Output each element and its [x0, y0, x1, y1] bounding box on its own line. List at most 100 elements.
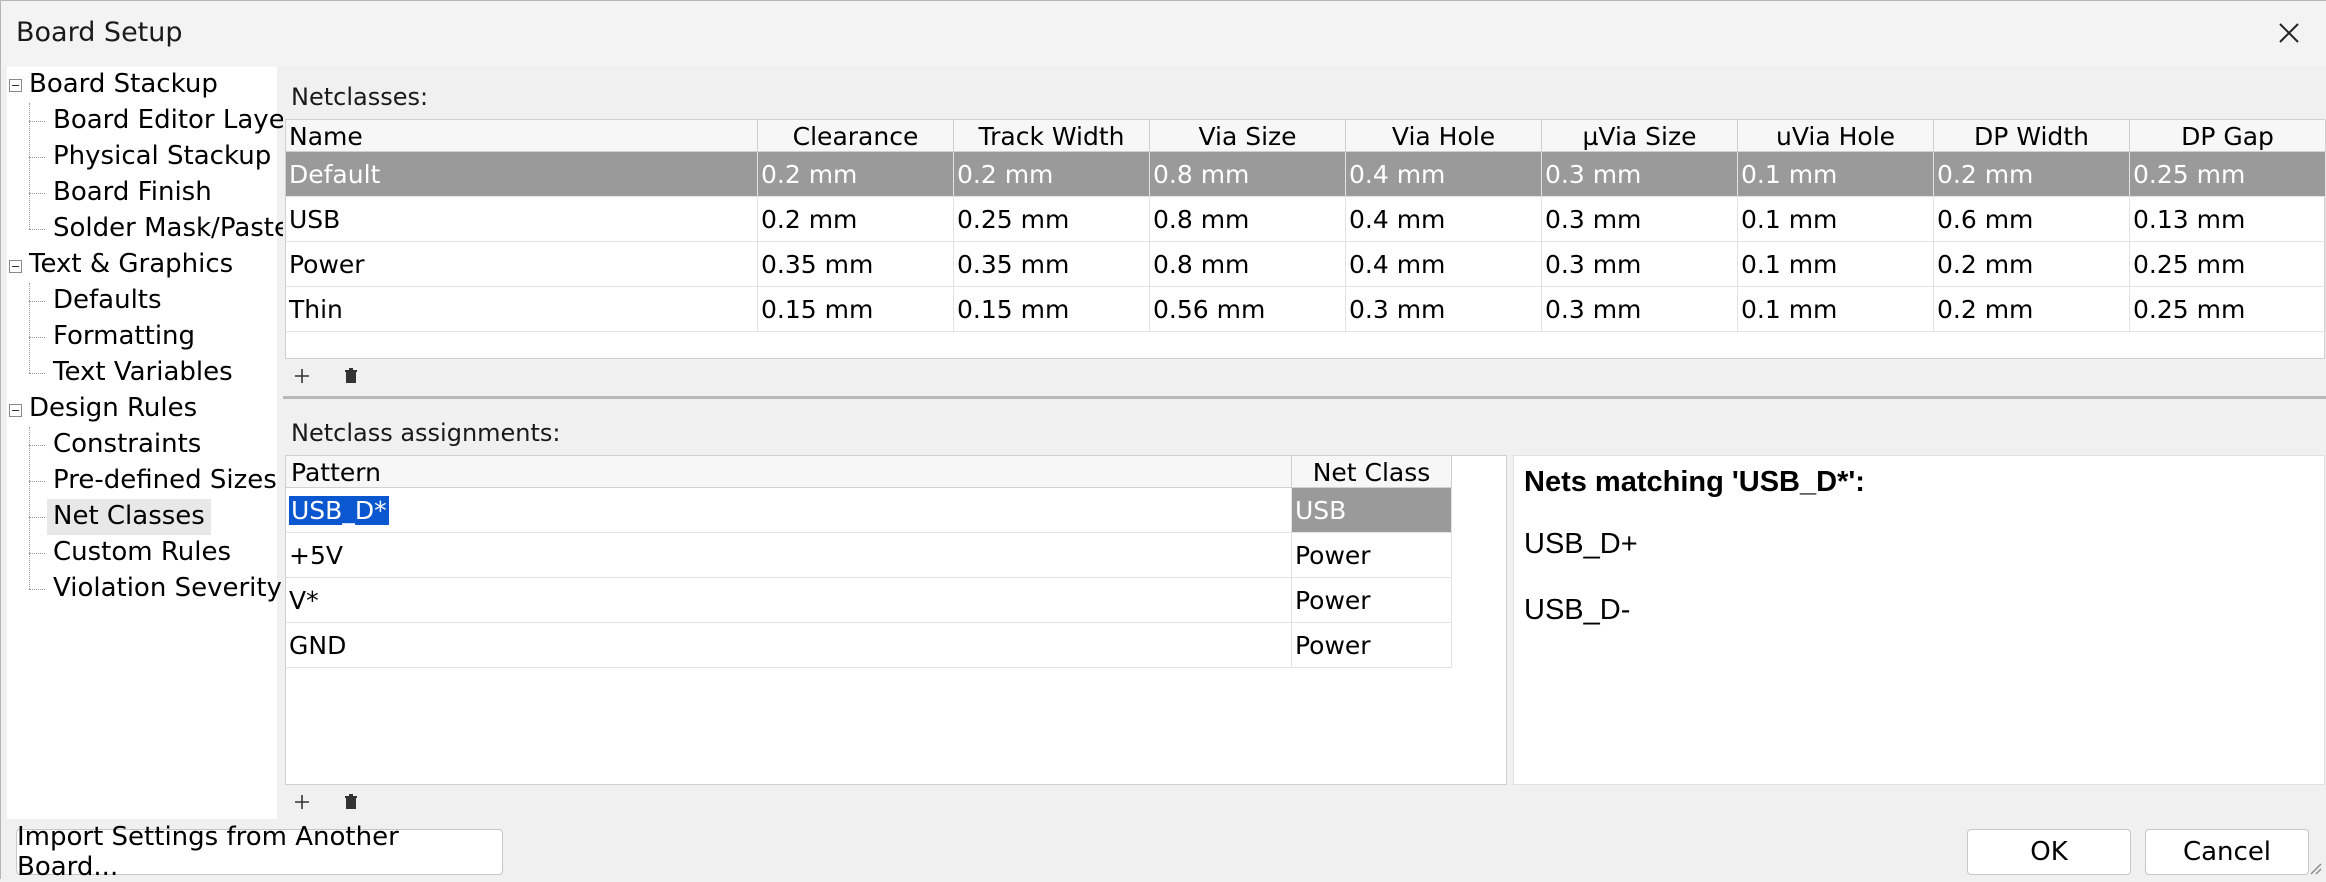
netclass-value-cell[interactable]: 0.15 mm	[758, 287, 954, 332]
netclass-value-cell[interactable]: 0.2 mm	[758, 152, 954, 197]
tree-item-net-classes[interactable]: Net Classes	[47, 499, 211, 535]
expander-text-graphics-icon[interactable]	[9, 260, 22, 273]
pattern-cell[interactable]: V*	[286, 578, 1292, 623]
netclass-value-cell[interactable]: 0.25 mm	[2130, 287, 2326, 332]
netclass-value-cell[interactable]: 0.13 mm	[2130, 197, 2326, 242]
netclass-name-cell[interactable]: Thin	[286, 287, 758, 332]
netclasses-grid: Name Default USB Power Thin Clearance 0.2 mm 0.…	[285, 119, 2326, 359]
netclass-value-cell[interactable]: 0.4 mm	[1346, 197, 1542, 242]
add-assignment-button[interactable]	[289, 789, 315, 815]
import-settings-button[interactable]: Import Settings from Another Board...	[16, 822, 503, 882]
plus-icon	[295, 369, 309, 383]
close-icon	[2279, 23, 2299, 43]
tree-item-constraints[interactable]: Constraints	[47, 427, 207, 463]
trash-icon	[345, 368, 357, 383]
netclass-value-cell[interactable]: 0.15 mm	[954, 287, 1150, 332]
netclasses-column-header[interactable]: Name	[286, 120, 758, 152]
netclass-value-cell[interactable]: 0.25 mm	[2130, 242, 2326, 287]
netclasses-column-header[interactable]: DP Gap	[2130, 120, 2326, 152]
netclass-value-cell[interactable]: 0.2 mm	[1934, 242, 2130, 287]
assignments-column-header[interactable]: Pattern	[286, 456, 1292, 488]
netclasses-label: Netclasses:	[291, 83, 429, 111]
netclasses-column-header[interactable]: µVia Size	[1542, 120, 1738, 152]
delete-assignment-button[interactable]	[338, 789, 364, 815]
add-netclass-button[interactable]	[289, 363, 315, 389]
expander-design-rules-icon[interactable]	[9, 404, 22, 417]
netclass-value-cell[interactable]: 0.1 mm	[1738, 287, 1934, 332]
assignments-label: Netclass assignments:	[291, 419, 561, 447]
netclasses-column-header[interactable]: uVia Hole	[1738, 120, 1934, 152]
window-title: Board Setup	[16, 17, 183, 48]
netclass-value-cell[interactable]: 0.2 mm	[954, 152, 1150, 197]
tree-group-text-graphics[interactable]: Text & Graphics	[29, 247, 233, 283]
netclasses-column-header[interactable]: DP Width	[1934, 120, 2130, 152]
netclass-value-cell[interactable]: 0.1 mm	[1738, 197, 1934, 242]
netclasses-column-header[interactable]: Via Size	[1150, 120, 1346, 152]
netclass-value-cell[interactable]: 0.4 mm	[1346, 242, 1542, 287]
tree-item-formatting[interactable]: Formatting	[47, 319, 201, 355]
pattern-cell-text-selected[interactable]: USB_D*	[289, 496, 389, 525]
assignments-grid: Pattern USB_D* +5V V* GND Net Class USB Power Po…	[285, 455, 1507, 785]
tree-item-violation-severity[interactable]: Violation Severity	[47, 571, 288, 607]
title-bar: Board Setup	[1, 1, 2326, 67]
netclass-value-cell[interactable]: 0.2 mm	[758, 197, 954, 242]
tree-item-text-variables[interactable]: Text Variables	[47, 355, 239, 391]
close-button[interactable]	[2269, 13, 2309, 53]
pattern-cell[interactable]: USB_D*	[286, 488, 1292, 533]
matching-net-item: USB_D-	[1524, 594, 1631, 626]
resize-grip-icon[interactable]	[2307, 860, 2323, 876]
netclass-value-cell[interactable]: 0.1 mm	[1738, 152, 1934, 197]
netclass-value-cell[interactable]: 0.2 mm	[1934, 152, 2130, 197]
trash-icon	[345, 794, 357, 809]
pattern-cell[interactable]: GND	[286, 623, 1292, 668]
netclass-value-cell[interactable]: 0.8 mm	[1150, 152, 1346, 197]
ok-button[interactable]: OK	[1967, 829, 2131, 875]
cancel-button[interactable]: Cancel	[2145, 829, 2309, 875]
netclass-value-cell[interactable]: 0.1 mm	[1738, 242, 1934, 287]
netclass-value-cell[interactable]: 0.2 mm	[1934, 287, 2130, 332]
net-class-cell[interactable]: Power	[1292, 623, 1452, 668]
netclass-value-cell[interactable]: 0.3 mm	[1542, 197, 1738, 242]
tree-group-board-stackup[interactable]: Board Stackup	[29, 67, 218, 103]
netclass-value-cell[interactable]: 0.3 mm	[1542, 242, 1738, 287]
matching-net-item: USB_D+	[1524, 528, 1638, 560]
netclass-value-cell[interactable]: 0.35 mm	[954, 242, 1150, 287]
netclasses-column-header[interactable]: Track Width	[954, 120, 1150, 152]
netclass-value-cell[interactable]: 0.25 mm	[954, 197, 1150, 242]
net-class-cell[interactable]: Power	[1292, 578, 1452, 623]
netclass-value-cell[interactable]: 0.35 mm	[758, 242, 954, 287]
netclass-value-cell[interactable]: 0.4 mm	[1346, 152, 1542, 197]
panel-splitter[interactable]	[283, 396, 2326, 399]
netclass-value-cell[interactable]: 0.25 mm	[2130, 152, 2326, 197]
plus-icon	[295, 795, 309, 809]
netclass-value-cell[interactable]: 0.3 mm	[1542, 152, 1738, 197]
tree-item-physical-stackup[interactable]: Physical Stackup	[47, 139, 277, 175]
tree-item-solder-mask-paste[interactable]: Solder Mask/Paste	[47, 211, 296, 247]
tree-group-design-rules[interactable]: Design Rules	[29, 391, 197, 427]
delete-netclass-button[interactable]	[338, 363, 364, 389]
netclasses-column-header[interactable]: Via Hole	[1346, 120, 1542, 152]
netclass-value-cell[interactable]: 0.6 mm	[1934, 197, 2130, 242]
tree-item-defaults[interactable]: Defaults	[47, 283, 168, 319]
netclass-value-cell[interactable]: 0.3 mm	[1542, 287, 1738, 332]
netclasses-column-header[interactable]: Clearance	[758, 120, 954, 152]
netclass-name-cell[interactable]: Power	[286, 242, 758, 287]
netclass-value-cell[interactable]: 0.8 mm	[1150, 197, 1346, 242]
net-class-cell[interactable]: USB	[1292, 488, 1452, 533]
net-class-cell[interactable]: Power	[1292, 533, 1452, 578]
netclass-value-cell[interactable]: 0.8 mm	[1150, 242, 1346, 287]
pattern-cell[interactable]: +5V	[286, 533, 1292, 578]
tree-item-board-finish[interactable]: Board Finish	[47, 175, 218, 211]
matching-nets-panel: Nets matching 'USB_D*': USB_D+ USB_D-	[1513, 455, 2325, 785]
expander-board-stackup-icon[interactable]	[9, 79, 22, 92]
tree-item-predefined-sizes[interactable]: Pre-defined Sizes	[47, 463, 283, 499]
netclass-name-cell[interactable]: Default	[286, 152, 758, 197]
netclass-value-cell[interactable]: 0.56 mm	[1150, 287, 1346, 332]
netclass-value-cell[interactable]: 0.3 mm	[1346, 287, 1542, 332]
netclass-name-cell[interactable]: USB	[286, 197, 758, 242]
settings-tree: Board Stackup Board Editor Layers Physic…	[7, 67, 309, 819]
assignments-column-header[interactable]: Net Class	[1292, 456, 1452, 488]
tree-item-custom-rules[interactable]: Custom Rules	[47, 535, 237, 571]
matching-nets-title: Nets matching 'USB_D*':	[1524, 466, 1865, 498]
tree-item-board-editor-layers[interactable]: Board Editor Layers	[47, 103, 315, 139]
